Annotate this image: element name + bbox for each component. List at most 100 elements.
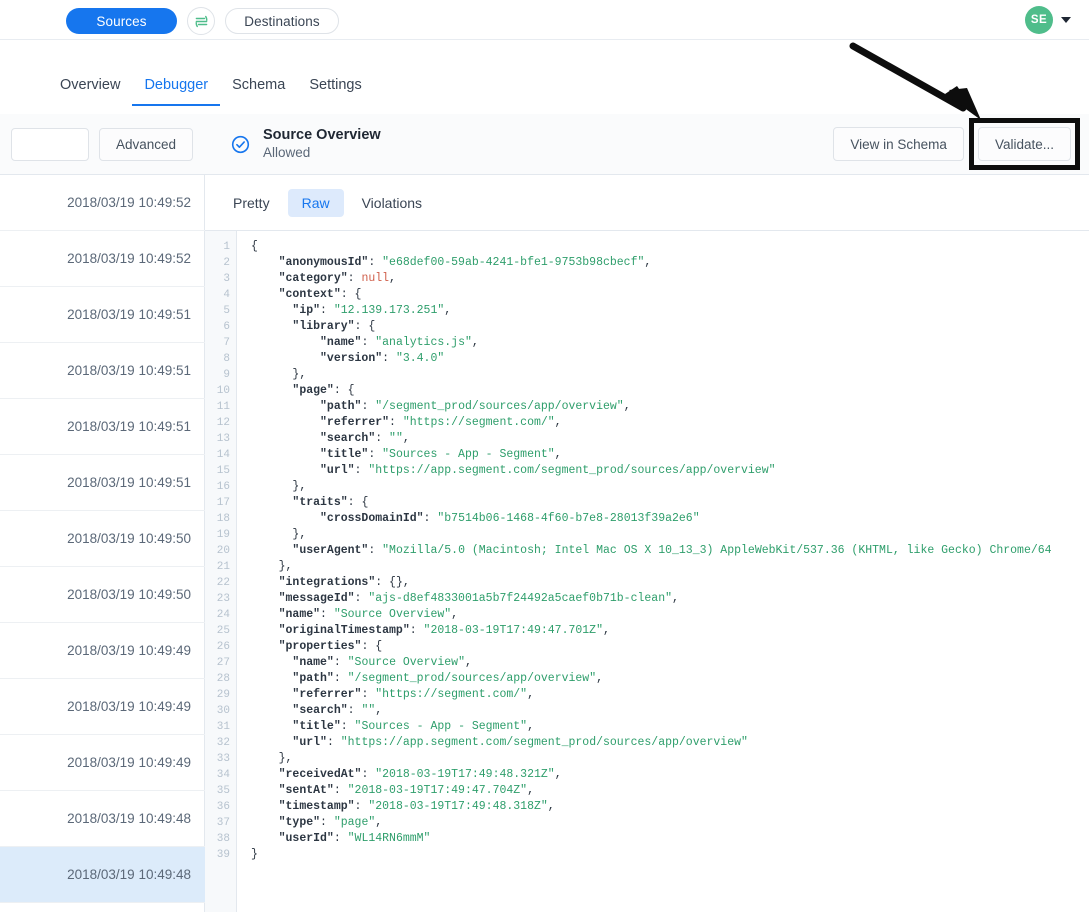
section-nav: Overview Debugger Schema Settings [0,40,1089,114]
code-line-text: "messageId": "ajs-d8ef4833001a5b7f24492a… [278,592,679,605]
event-list-item[interactable]: 2018/03/19 10:49:51 [0,287,205,343]
avatar[interactable]: SE [1025,6,1053,34]
code-line: 12 "referrer": "https://segment.com/", [205,415,1089,431]
event-list-item[interactable]: 2018/03/19 10:49:52 [0,175,205,231]
advanced-button[interactable]: Advanced [98,127,193,161]
json-payload-viewer[interactable]: 1{2 "anonymousId": "e68def00-59ab-4241-b… [205,231,1089,912]
code-line: 20 "userAgent": "Mozilla/5.0 (Macintosh;… [205,543,1089,559]
view-in-schema-button[interactable]: View in Schema [833,127,964,161]
code-line-text: "sentAt": "2018-03-19T17:49:47.704Z", [278,784,534,797]
code-line-text: "context": { [278,288,362,301]
code-line: 28 "path": "/segment_prod/sources/app/ov… [205,671,1089,687]
event-timestamp: 2018/03/19 10:49:51 [67,363,191,378]
event-timestamp: 2018/03/19 10:49:48 [67,867,191,882]
line-number: 39 [216,849,230,861]
line-number: 30 [216,705,230,717]
event-list-item[interactable]: 2018/03/19 10:49:48 [0,847,205,903]
event-list: 2018/03/19 10:49:52 2018/03/19 10:49:52 20… [0,175,205,903]
code-line: 27 "name": "Source Overview", [205,655,1089,671]
line-number: 22 [216,577,230,589]
code-line-text: "url": "https://app.segment.com/segment_… [320,464,776,477]
event-list-item[interactable]: 2018/03/19 10:49:49 [0,735,205,791]
event-detail-header: Source Overview Allowed View in Schema V… [205,114,1089,175]
line-number: 8 [223,353,230,365]
event-list-item[interactable]: 2018/03/19 10:49:51 [0,455,205,511]
code-line: 37 "type": "page", [205,815,1089,831]
tab-violations[interactable]: Violations [348,189,436,217]
code-line-text: "version": "3.4.0" [320,352,445,365]
tab-debugger[interactable]: Debugger [132,77,220,106]
event-detail-panel: Source Overview Allowed View in Schema V… [205,114,1089,912]
line-number: 1 [223,241,230,253]
sources-tab-button[interactable]: Sources [66,8,177,34]
code-line-text: }, [292,528,307,541]
code-line-text: "referrer": "https://segment.com/", [292,688,534,701]
code-line-text: "integrations": {}, [278,576,410,589]
event-timestamp: 2018/03/19 10:49:52 [67,195,191,210]
code-line: 8 "version": "3.4.0" [205,351,1089,367]
line-number: 11 [216,401,230,413]
code-line-text: } [251,848,258,861]
destinations-tab-button[interactable]: Destinations [225,8,339,34]
event-list-item[interactable]: 2018/03/19 10:49:51 [0,343,205,399]
line-number: 16 [216,481,230,493]
json-code-lines: 1{2 "anonymousId": "e68def00-59ab-4241-b… [205,231,1089,863]
event-list-item[interactable]: 2018/03/19 10:49:50 [0,511,205,567]
code-line-text: "type": "page", [278,816,383,829]
tab-overview[interactable]: Overview [60,77,132,106]
event-timestamp: 2018/03/19 10:49:51 [67,307,191,322]
tab-settings[interactable]: Settings [297,77,373,106]
code-line-text: "search": "", [320,432,410,445]
code-line: 21 }, [205,559,1089,575]
event-filter-bar: Advanced [0,114,205,175]
line-number: 31 [216,721,230,733]
event-timestamp: 2018/03/19 10:49:50 [67,531,191,546]
account-menu[interactable]: SE [1025,6,1071,34]
event-list-item[interactable]: 2018/03/19 10:49:50 [0,567,205,623]
check-circle-icon [231,135,250,154]
status-badge: Allowed [263,145,311,161]
line-number: 28 [216,673,230,685]
line-number: 25 [216,625,230,637]
event-list-item[interactable]: 2018/03/19 10:49:48 [0,791,205,847]
line-number: 26 [216,641,230,653]
code-line-text: }, [292,368,307,381]
code-line: 18 "crossDomainId": "b7514b06-1468-4f60-… [205,511,1089,527]
code-line-text: "path": "/segment_prod/sources/app/overv… [320,400,631,413]
code-line: 3 "category": null, [205,271,1089,287]
code-line-text: "category": null, [278,272,396,285]
event-list-item[interactable]: 2018/03/19 10:49:49 [0,623,205,679]
sync-icon [187,7,215,35]
line-number: 7 [223,337,230,349]
payload-view-tabs: Pretty Raw Violations [205,175,1089,231]
line-number: 6 [223,321,230,333]
code-line: 35 "sentAt": "2018-03-19T17:49:47.704Z", [205,783,1089,799]
line-number: 4 [223,289,230,301]
page-title: Source Overview [263,127,381,143]
validate-button[interactable]: Validate... [977,127,1071,161]
line-number: 32 [216,737,230,749]
line-number: 14 [216,449,230,461]
code-line: 36 "timestamp": "2018-03-19T17:49:48.318… [205,799,1089,815]
line-number: 19 [216,529,230,541]
line-number: 2 [223,257,230,269]
event-timestamp: 2018/03/19 10:49:49 [67,699,191,714]
code-line: 38 "userId": "WL14RN6mmM" [205,831,1089,847]
top-bar: Sources Destinations SE [0,0,1089,40]
event-list-item[interactable]: 2018/03/19 10:49:49 [0,679,205,735]
line-number: 15 [216,465,230,477]
event-list-item[interactable]: 2018/03/19 10:49:51 [0,399,205,455]
code-line-text: "anonymousId": "e68def00-59ab-4241-bfe1-… [278,256,652,269]
code-line-text: "url": "https://app.segment.com/segment_… [292,736,748,749]
chevron-down-icon[interactable] [1061,17,1071,23]
line-number: 5 [223,305,230,317]
code-line: 5 "ip": "12.139.173.251", [205,303,1089,319]
tab-pretty[interactable]: Pretty [219,189,284,217]
search-input[interactable] [10,127,89,161]
tab-raw[interactable]: Raw [287,188,344,217]
event-list-item[interactable]: 2018/03/19 10:49:52 [0,231,205,287]
line-number: 33 [216,753,230,765]
code-line: 22 "integrations": {}, [205,575,1089,591]
tab-schema[interactable]: Schema [220,77,297,106]
code-line-text: "timestamp": "2018-03-19T17:49:48.318Z", [278,800,555,813]
